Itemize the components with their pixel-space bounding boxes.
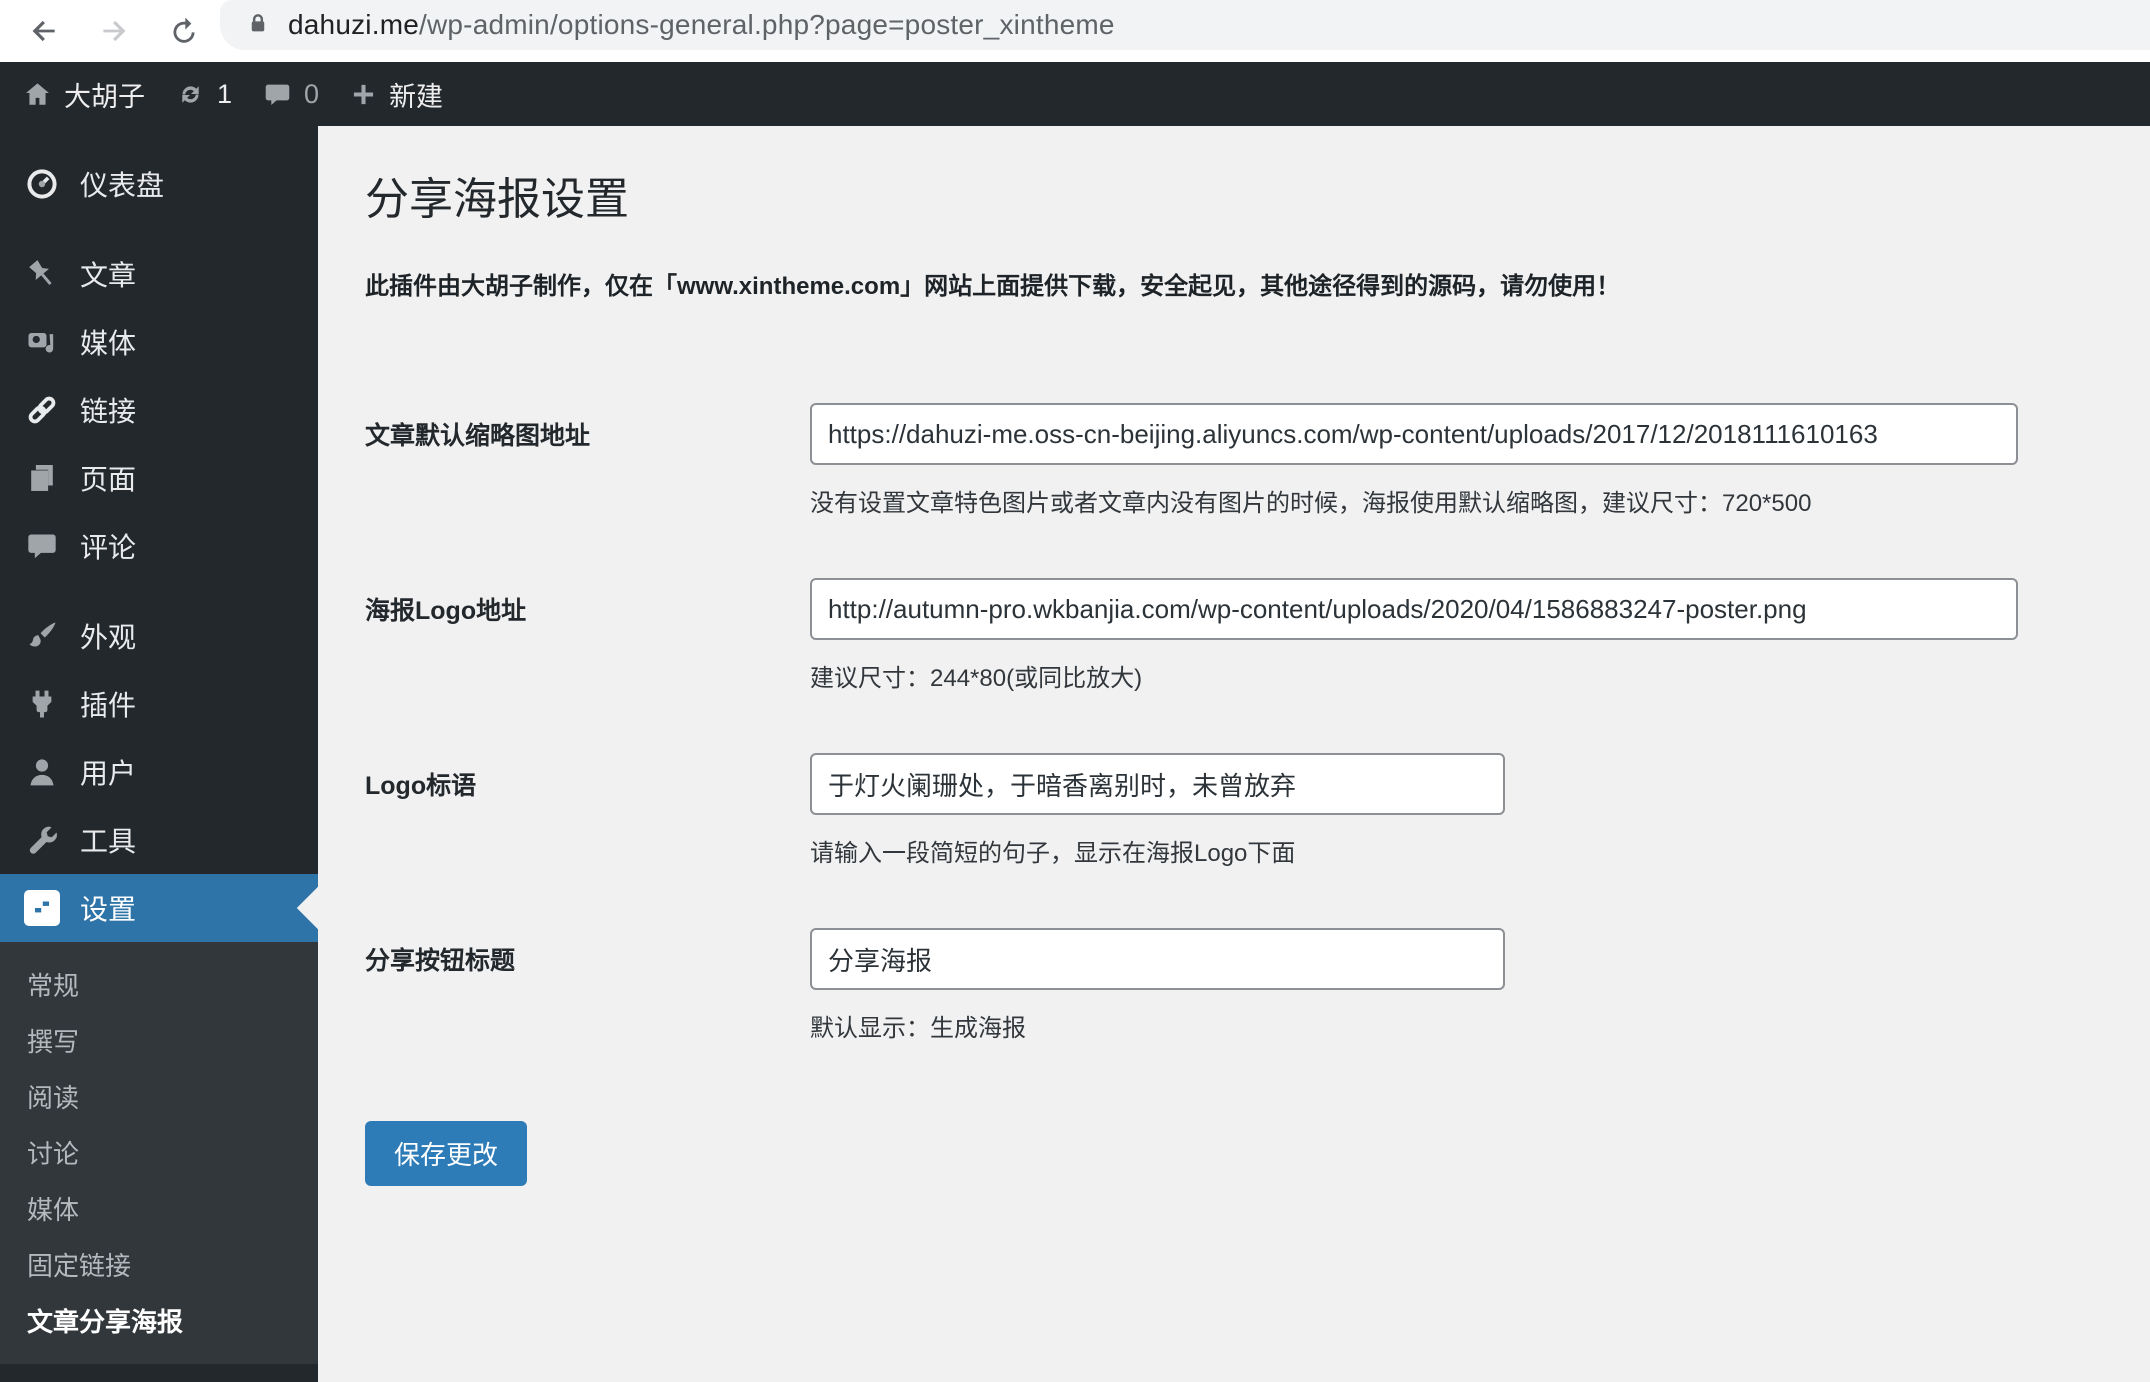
field-label-share-button-title: 分享按钮标题 — [365, 947, 516, 976]
sliders-glyph — [34, 898, 50, 918]
field-main-thumbnail-url: 没有设置文章特色图片或者文章内没有图片的时候，海报使用默认缩略图，建议尺寸：72… — [810, 403, 2018, 518]
sidebar-item-label: 仪表盘 — [80, 170, 165, 201]
logo-slogan-input[interactable] — [810, 753, 1505, 816]
save-changes-button[interactable]: 保存更改 — [365, 1121, 528, 1187]
sidebar-item-appearance[interactable]: 外观 — [0, 602, 318, 670]
page-title: 分享海报设置 — [365, 175, 629, 224]
site-name: 大胡子 — [64, 81, 145, 112]
field-main-share-button-title: 默认显示：生成海报 — [810, 928, 1505, 1043]
menu-separator — [0, 580, 318, 602]
sidebar-item-label: 媒体 — [80, 328, 137, 359]
media-icon — [28, 333, 54, 353]
menu-separator — [0, 218, 318, 240]
submenu-item-media[interactable]: 媒体 — [0, 1180, 318, 1236]
new-label: 新建 — [389, 81, 444, 112]
sidebar-item-comments[interactable]: 评论 — [0, 512, 318, 580]
settings-page: 分享海报设置 此插件由大胡子制作，仅在「www.xintheme.com」网站上… — [318, 126, 2150, 1382]
sidebar-item-links[interactable]: 链接 — [0, 376, 318, 444]
sidebar-item-tools[interactable]: 工具 — [0, 806, 318, 874]
settings-submenu: 常规 撰写 阅读 讨论 媒体 固定链接 文章分享海报 — [0, 942, 318, 1364]
field-row-logo-slogan: Logo标语请输入一段简短的句子，显示在海报Logo下面 — [365, 753, 2110, 868]
submenu-item-poster[interactable]: 文章分享海报 — [0, 1292, 318, 1348]
field-help-share-button-title: 默认显示：生成海报 — [810, 1015, 1026, 1043]
sidebar-item-plugins[interactable]: 插件 — [0, 670, 318, 738]
admin-bar-updates[interactable]: 1 — [175, 79, 232, 110]
sidebar-item-label: 外观 — [80, 622, 137, 653]
field-label-logo-url: 海报Logo地址 — [365, 597, 527, 626]
browser-chrome: dahuzi.me/wp-admin/options-general.php?p… — [0, 0, 2150, 62]
url-bar[interactable]: dahuzi.me/wp-admin/options-general.php?p… — [220, 0, 2150, 50]
field-help-logo-url: 建议尺寸：244*80(或同比放大) — [810, 665, 1143, 693]
field-row-share-button-title: 分享按钮标题默认显示：生成海报 — [365, 928, 2110, 1043]
field-help-logo-slogan: 请输入一段简短的句子，显示在海报Logo下面 — [810, 840, 1296, 868]
thumbnail-url-input[interactable] — [810, 403, 2018, 466]
sidebar-item-label: 文章 — [80, 260, 137, 291]
field-row-logo-url: 海报Logo地址建议尺寸：244*80(或同比放大) — [365, 578, 2110, 693]
forward-icon — [98, 15, 130, 47]
sidebar-item-label: 工具 — [80, 826, 137, 857]
comment-bubble-icon — [265, 84, 290, 105]
plug-icon — [32, 690, 52, 718]
sidebar-item-label: 设置 — [80, 894, 137, 925]
logo-url-input[interactable] — [810, 578, 2018, 641]
home-icon — [26, 82, 49, 105]
link-icon — [28, 396, 56, 424]
field-row-thumbnail-url: 文章默认缩略图地址没有设置文章特色图片或者文章内没有图片的时候，海报使用默认缩略… — [365, 403, 2110, 518]
field-main-logo-slogan: 请输入一段简短的句子，显示在海报Logo下面 — [810, 753, 1505, 868]
back-icon[interactable] — [28, 15, 60, 47]
field-label-logo-slogan: Logo标语 — [365, 772, 477, 801]
submenu-item-reading[interactable]: 阅读 — [0, 1068, 318, 1124]
sidebar-item-media[interactable]: 媒体 — [0, 308, 318, 376]
field-label-thumbnail-url: 文章默认缩略图地址 — [365, 422, 591, 451]
admin-bar-comments[interactable]: 0 — [262, 79, 319, 110]
submenu-item-writing[interactable]: 撰写 — [0, 1012, 318, 1068]
pages-icon — [31, 465, 53, 491]
reload-icon[interactable] — [168, 15, 200, 47]
admin-sidebar: 仪表盘 文章 媒体 链接 页面 评论 外观 插件 用户 工具 设置 常规 撰写 阅读 讨论 媒体 固定链接 文章… — [0, 126, 340, 1382]
sidebar-item-label: 评论 — [80, 532, 137, 563]
sidebar-item-label: 链接 — [80, 396, 137, 427]
admin-bar-new[interactable]: 新建 — [349, 75, 443, 114]
pushpin-icon — [29, 260, 52, 285]
dashboard-icon — [27, 169, 57, 199]
sidebar-item-label: 页面 — [80, 464, 137, 495]
admin-menu: 仪表盘文章媒体链接页面评论外观插件用户工具设置 — [0, 126, 340, 942]
poster-settings-form: 文章默认缩略图地址没有设置文章特色图片或者文章内没有图片的时候，海报使用默认缩略… — [365, 403, 2110, 1043]
user-icon — [30, 759, 54, 786]
admin-layout: 仪表盘 文章 媒体 链接 页面 评论 外观 插件 用户 工具 设置 常规 撰写 阅读 讨论 媒体 固定链接 文章… — [0, 126, 2150, 1382]
comment-count: 0 — [304, 78, 320, 109]
browser-nav-buttons — [28, 0, 200, 62]
field-main-logo-url: 建议尺寸：244*80(或同比放大) — [810, 578, 2018, 693]
sliders-icon — [24, 890, 60, 926]
url-path: /wp-admin/options-general.php?page=poste… — [419, 9, 1115, 40]
submenu-item-discussion[interactable]: 讨论 — [0, 1124, 318, 1180]
field-help-thumbnail-url: 没有设置文章特色图片或者文章内没有图片的时候，海报使用默认缩略图，建议尺寸：72… — [810, 490, 1812, 518]
url-text: dahuzi.me/wp-admin/options-general.php?p… — [288, 9, 1115, 41]
sidebar-item-label: 用户 — [80, 758, 137, 789]
sidebar-item-posts[interactable]: 文章 — [0, 240, 318, 308]
wrench-icon — [29, 826, 57, 854]
wp-admin-bar: 大胡子 1 0 新建 — [0, 62, 2150, 126]
lock-icon[interactable] — [246, 11, 270, 40]
plugin-notice: 此插件由大胡子制作，仅在「www.xintheme.com」网站上面提供下载，安… — [365, 273, 1621, 301]
submenu-item-general[interactable]: 常规 — [0, 956, 318, 1012]
sidebar-item-dashboard[interactable]: 仪表盘 — [0, 150, 318, 218]
admin-bar-site[interactable]: 大胡子 — [22, 75, 145, 114]
update-count: 1 — [217, 78, 233, 109]
sidebar-item-pages[interactable]: 页面 — [0, 444, 318, 512]
url-domain: dahuzi.me — [288, 9, 419, 40]
sidebar-item-users[interactable]: 用户 — [0, 738, 318, 806]
brush-icon — [29, 622, 56, 647]
updates-icon — [182, 85, 199, 103]
sidebar-filler — [0, 1364, 318, 1382]
submenu-item-permalinks[interactable]: 固定链接 — [0, 1236, 318, 1292]
comment-icon — [28, 534, 56, 559]
sidebar-item-settings[interactable]: 设置 — [0, 874, 340, 942]
sidebar-item-label: 插件 — [80, 690, 137, 721]
share-button-title-input[interactable] — [810, 928, 1505, 991]
plus-icon — [353, 84, 374, 104]
